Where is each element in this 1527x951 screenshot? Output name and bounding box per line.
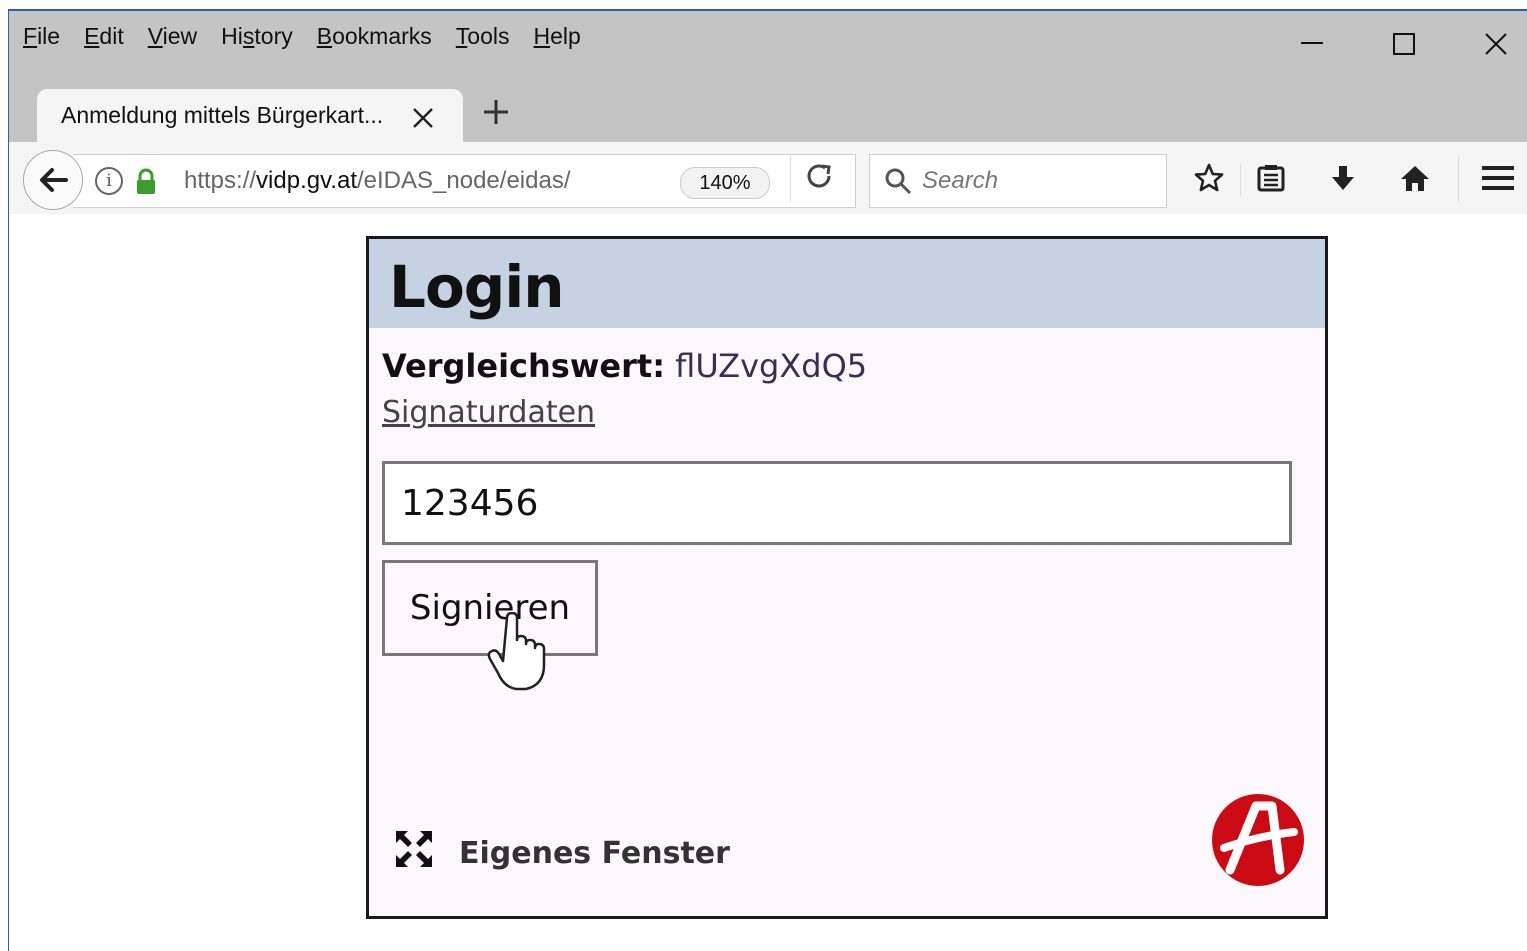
download-icon[interactable] — [1323, 158, 1363, 198]
zoom-level[interactable]: 140% — [680, 167, 770, 199]
login-frame: Login Vergleichswert: flUZvgXdQ5 Signatu… — [366, 236, 1328, 919]
login-title: Login — [389, 253, 564, 321]
info-icon[interactable]: i — [95, 167, 123, 195]
search-box[interactable]: Search — [869, 154, 1167, 208]
a-trust-logo — [1212, 794, 1304, 886]
back-button[interactable] — [23, 150, 83, 210]
menu-tools[interactable]: Tools — [444, 19, 522, 55]
menu-edit[interactable]: Edit — [72, 19, 136, 55]
maximize-icon[interactable] — [1381, 25, 1427, 63]
nav-bar: i https://vidp.gv.at/eIDAS_node/eidas/ 1… — [9, 142, 1527, 215]
divider — [1240, 164, 1241, 196]
lock-icon[interactable] — [135, 168, 157, 196]
menu-history[interactable]: History — [209, 19, 305, 55]
reload-icon[interactable] — [807, 164, 833, 197]
divider — [790, 156, 791, 202]
browser-window: File Edit View History Bookmarks Tools H… — [8, 9, 1527, 951]
back-arrow-icon — [40, 168, 68, 192]
vergleichswert-label: Vergleichswert: — [382, 347, 665, 385]
tab-close-icon[interactable] — [411, 98, 435, 138]
pin-input[interactable] — [382, 461, 1292, 545]
vergleichswert: Vergleichswert: flUZvgXdQ5 — [382, 347, 867, 385]
tab-active[interactable]: Anmeldung mittels Bürgerkart... — [37, 89, 463, 145]
divider — [1458, 156, 1459, 202]
minimize-icon[interactable] — [1289, 25, 1335, 63]
hand-cursor-icon — [487, 612, 546, 691]
star-icon[interactable] — [1189, 158, 1229, 198]
tab-title: Anmeldung mittels Bürgerkart... — [61, 102, 384, 128]
url-text[interactable]: https://vidp.gv.at/eIDAS_node/eidas/ — [184, 167, 570, 195]
menu-help[interactable]: Help — [522, 19, 593, 55]
home-icon[interactable] — [1395, 158, 1435, 198]
menu-file[interactable]: File — [21, 19, 72, 55]
close-icon[interactable] — [1473, 25, 1519, 63]
expand-icon[interactable] — [394, 829, 434, 869]
url-bar[interactable]: i https://vidp.gv.at/eIDAS_node/eidas/ 1… — [73, 154, 856, 208]
search-placeholder: Search — [922, 167, 999, 194]
hamburger-menu-icon[interactable] — [1478, 158, 1518, 198]
menu-bookmarks[interactable]: Bookmarks — [305, 19, 444, 55]
vergleichswert-value: flUZvgXdQ5 — [675, 347, 868, 385]
search-icon — [885, 168, 912, 195]
signaturdaten-link[interactable]: Signaturdaten — [382, 395, 595, 430]
reading-list-icon[interactable] — [1251, 158, 1291, 198]
new-tab-icon[interactable] — [481, 93, 511, 137]
eigenes-fenster-link[interactable]: Eigenes Fenster — [459, 836, 730, 871]
menu-bar: File Edit View History Bookmarks Tools H… — [21, 19, 593, 55]
login-header: Login — [369, 239, 1325, 328]
browser-chrome: File Edit View History Bookmarks Tools H… — [9, 11, 1527, 145]
menu-view[interactable]: View — [136, 19, 209, 55]
